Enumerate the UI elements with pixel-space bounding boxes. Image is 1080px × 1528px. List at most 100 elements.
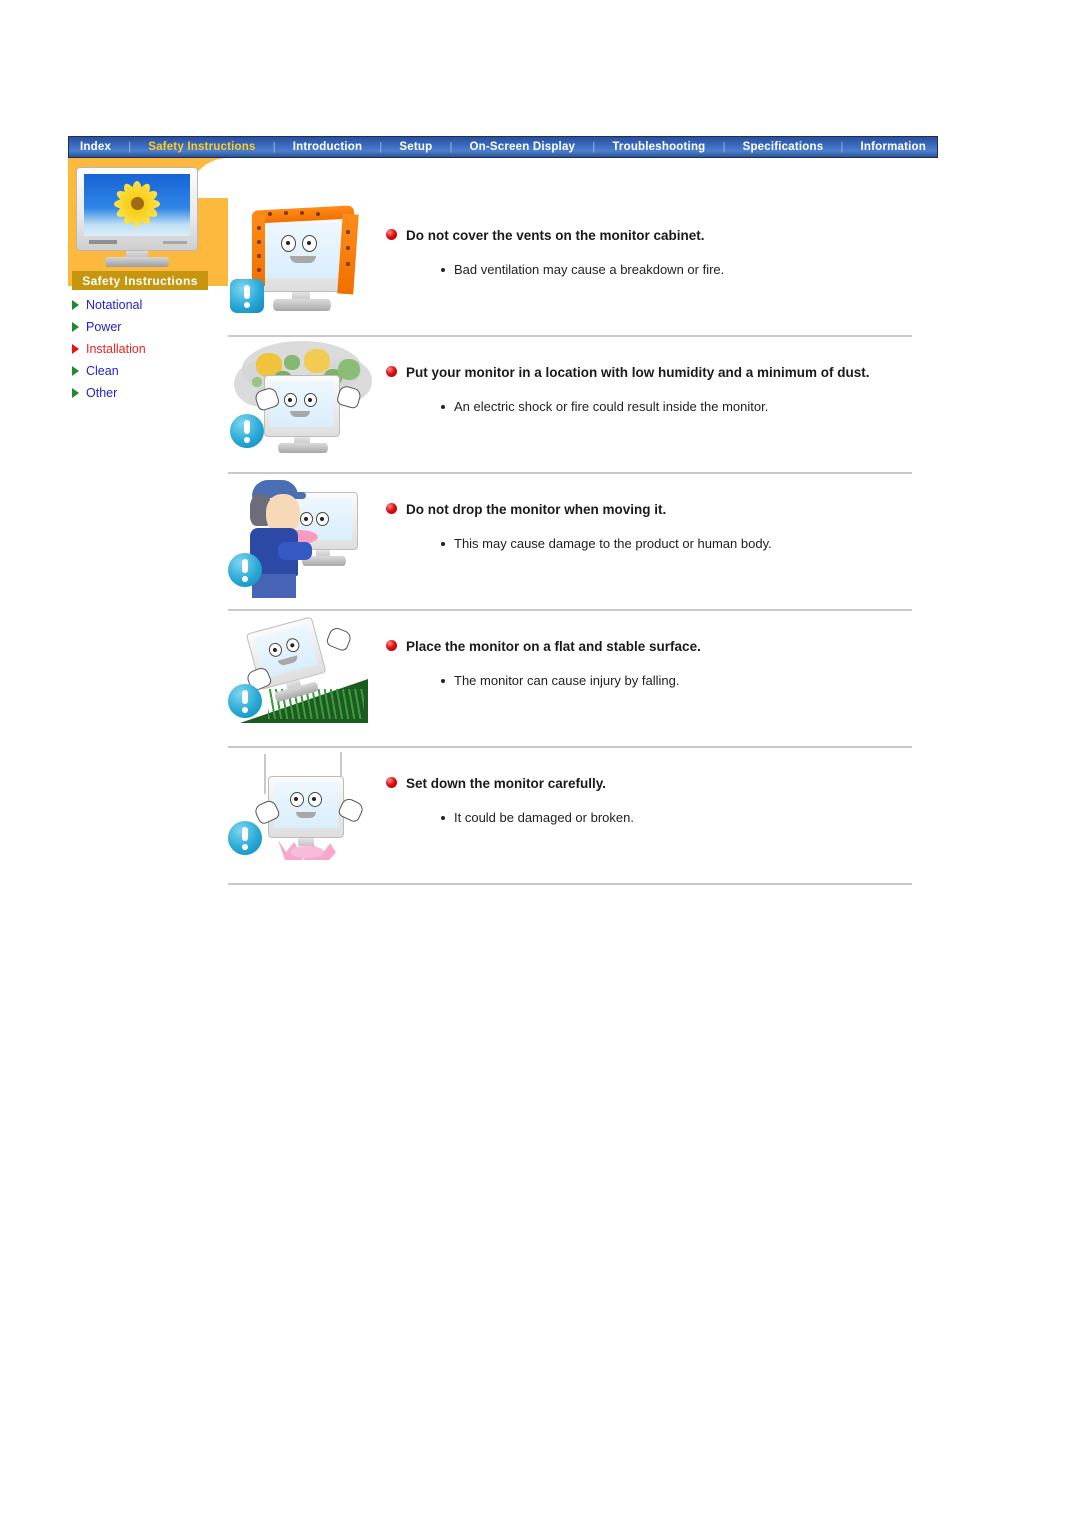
thumbnail-stand-base <box>105 257 169 267</box>
sidebar-item-label: Other <box>86 386 118 400</box>
motion-line <box>264 754 266 794</box>
nav-item-specifications[interactable]: Specifications <box>734 137 833 157</box>
triangle-bullet-icon <box>72 322 79 332</box>
section-heading-text: Do not drop the monitor when moving it. <box>406 502 667 517</box>
warning-exclamation-icon <box>228 553 262 587</box>
nav-separator: | <box>272 141 276 153</box>
section-text: Set down the monitor carefully. It could… <box>386 748 912 827</box>
safety-section: Place the monitor on a flat and stable s… <box>228 611 912 748</box>
nav-separator: | <box>128 141 132 153</box>
section-text: Put your monitor in a location with low … <box>386 337 912 416</box>
section-bullet: This may cause damage to the product or … <box>441 535 902 553</box>
section-heading: Put your monitor in a location with low … <box>386 363 902 382</box>
nav-item-on-screen-display[interactable]: On-Screen Display <box>460 137 584 157</box>
person-arm <box>278 542 312 560</box>
warning-exclamation-icon <box>230 279 264 313</box>
section-bullet-text: This may cause damage to the product or … <box>454 536 772 551</box>
dot-bullet-icon <box>441 816 445 820</box>
sidebar-item-clean[interactable]: Clean <box>72 360 232 382</box>
warning-exclamation-icon <box>228 821 262 855</box>
red-bullet-icon <box>386 366 397 377</box>
triangle-bullet-icon <box>72 388 79 398</box>
triangle-bullet-icon <box>72 344 79 354</box>
section-heading: Do not drop the monitor when moving it. <box>386 500 902 519</box>
dot-bullet-icon <box>441 405 445 409</box>
thumbnail-brand-mark <box>89 240 117 244</box>
safety-section: Put your monitor in a location with low … <box>228 337 912 474</box>
dot-bullet-icon <box>441 679 445 683</box>
section-text: Place the monitor on a flat and stable s… <box>386 611 912 690</box>
impact-burst-core <box>290 846 324 858</box>
triangle-bullet-icon <box>72 300 79 310</box>
sidebar-item-installation[interactable]: Installation <box>72 338 232 360</box>
section-bullet: An electric shock or fire could result i… <box>441 398 902 416</box>
monitor-on-slope-illustration <box>228 611 386 736</box>
red-bullet-icon <box>386 777 397 788</box>
section-bullet-text: An electric shock or fire could result i… <box>454 399 769 414</box>
section-text: Do not cover the vents on the monitor ca… <box>386 200 912 279</box>
sidebar-item-label: Notational <box>86 298 143 312</box>
section-heading: Set down the monitor carefully. <box>386 774 902 793</box>
section-heading: Do not cover the vents on the monitor ca… <box>386 226 902 245</box>
monitor-covered-by-cloth-illustration <box>228 200 386 325</box>
red-bullet-icon <box>386 503 397 514</box>
monitor-sunflower-thumbnail <box>76 167 198 267</box>
section-bullet-text: It could be damaged or broken. <box>454 810 634 825</box>
section-bullet-text: The monitor can cause injury by falling. <box>454 673 680 688</box>
section-bullet: The monitor can cause injury by falling. <box>441 672 902 690</box>
monitor-in-dust-cloud-illustration <box>228 337 386 462</box>
dust-particle <box>284 355 300 370</box>
sidebar-item-label: Clean <box>86 364 119 378</box>
section-text: Do not drop the monitor when moving it. … <box>386 474 912 553</box>
safety-section: Do not drop the monitor when moving it. … <box>228 474 912 611</box>
nav-item-index[interactable]: Index <box>71 137 120 157</box>
red-bullet-icon <box>386 640 397 651</box>
sidebar-title: Safety Instructions <box>72 271 208 290</box>
section-heading-text: Put your monitor in a location with low … <box>406 365 870 380</box>
sidebar-item-other[interactable]: Other <box>72 382 232 404</box>
thumbnail-screen <box>84 174 190 236</box>
main-navigation-bar: Index | Safety Instructions | Introduction | S… <box>68 136 938 158</box>
safety-section: Set down the monitor carefully. It could… <box>228 748 912 885</box>
warning-exclamation-icon <box>228 684 262 718</box>
monitor-dropping-impact-illustration <box>228 748 386 873</box>
nav-separator: | <box>449 141 453 153</box>
triangle-bullet-icon <box>72 366 79 376</box>
section-heading-text: Place the monitor on a flat and stable s… <box>406 639 701 654</box>
nav-separator: | <box>722 141 726 153</box>
nav-separator: | <box>379 141 383 153</box>
dot-bullet-icon <box>441 542 445 546</box>
content-area: Do not cover the vents on the monitor ca… <box>228 200 912 885</box>
section-bullet: It could be damaged or broken. <box>441 809 902 827</box>
red-bullet-icon <box>386 229 397 240</box>
thumbnail-bezel <box>76 167 198 251</box>
nav-item-information[interactable]: Information <box>852 137 935 157</box>
nav-item-troubleshooting[interactable]: Troubleshooting <box>603 137 714 157</box>
sunflower-icon <box>114 180 160 227</box>
safety-section: Do not cover the vents on the monitor ca… <box>228 200 912 337</box>
dust-particle <box>252 377 262 387</box>
nav-separator: | <box>592 141 596 153</box>
sidebar-item-power[interactable]: Power <box>72 316 232 338</box>
orange-cloth-left <box>252 214 265 286</box>
warning-exclamation-icon <box>230 414 264 448</box>
sidebar-item-notational[interactable]: Notational <box>72 294 232 316</box>
nav-separator: | <box>840 141 844 153</box>
nav-item-setup[interactable]: Setup <box>390 137 441 157</box>
dust-particle <box>338 359 360 380</box>
thumbnail-model-mark <box>163 241 187 244</box>
nav-item-safety-instructions[interactable]: Safety Instructions <box>139 137 264 157</box>
sidebar-item-label: Installation <box>86 342 146 356</box>
section-heading: Place the monitor on a flat and stable s… <box>386 637 902 656</box>
dot-bullet-icon <box>441 268 445 272</box>
dust-particle <box>304 349 330 373</box>
nav-item-introduction[interactable]: Introduction <box>284 137 371 157</box>
section-heading-text: Set down the monitor carefully. <box>406 776 607 791</box>
person-carrying-monitor-illustration <box>228 474 386 599</box>
section-bullet-text: Bad ventilation may cause a breakdown or… <box>454 262 725 277</box>
section-bullet: Bad ventilation may cause a breakdown or… <box>441 261 902 279</box>
waving-hand <box>325 625 353 653</box>
section-heading-text: Do not cover the vents on the monitor ca… <box>406 228 705 243</box>
sidebar-item-label: Power <box>86 320 122 334</box>
sidebar-menu: Notational Power Installation Clean Other <box>72 294 232 404</box>
